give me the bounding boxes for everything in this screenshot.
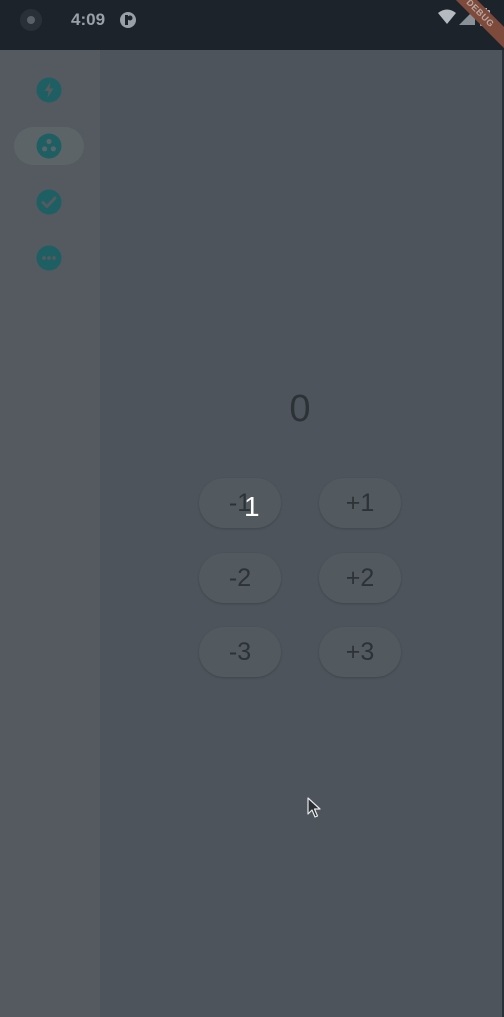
main-content: 0 -1 +1 -2 +2 -3 +3: [100, 50, 504, 1017]
status-bar: 4:09 DEBUG: [0, 0, 504, 52]
app-screen: 4:09 DEBUG 0 -1 +1 -2 +2 -3 +3 1: [0, 0, 504, 1017]
check-circle-icon: [36, 189, 62, 215]
nav-item-bubbles[interactable]: [14, 127, 84, 165]
navigation-rail: [0, 50, 100, 1017]
wifi-icon: [438, 9, 456, 24]
decrement-2-button[interactable]: -2: [199, 553, 281, 603]
status-left: 4:09: [20, 0, 137, 40]
decrement-3-button[interactable]: -3: [199, 627, 281, 677]
floating-increment-label: 1: [244, 491, 260, 522]
nav-item-bolt[interactable]: [14, 71, 84, 109]
nav-item-check[interactable]: [14, 183, 84, 221]
bolt-icon: [36, 77, 62, 103]
mouse-cursor-icon: [307, 797, 321, 818]
decrement-1-button[interactable]: -1: [199, 478, 281, 528]
notification-icon: [120, 12, 137, 28]
camera-dot-icon: [20, 9, 42, 31]
increment-1-button[interactable]: +1: [319, 478, 401, 528]
camera-dot-inner: [27, 16, 35, 24]
bubbles-icon: [36, 133, 62, 159]
nav-item-more[interactable]: [14, 239, 84, 277]
increment-2-button[interactable]: +2: [319, 553, 401, 603]
counter-value: 0: [289, 388, 311, 430]
more-horizontal-icon: [36, 245, 62, 271]
status-time: 4:09: [71, 10, 106, 29]
increment-3-button[interactable]: +3: [319, 627, 401, 677]
